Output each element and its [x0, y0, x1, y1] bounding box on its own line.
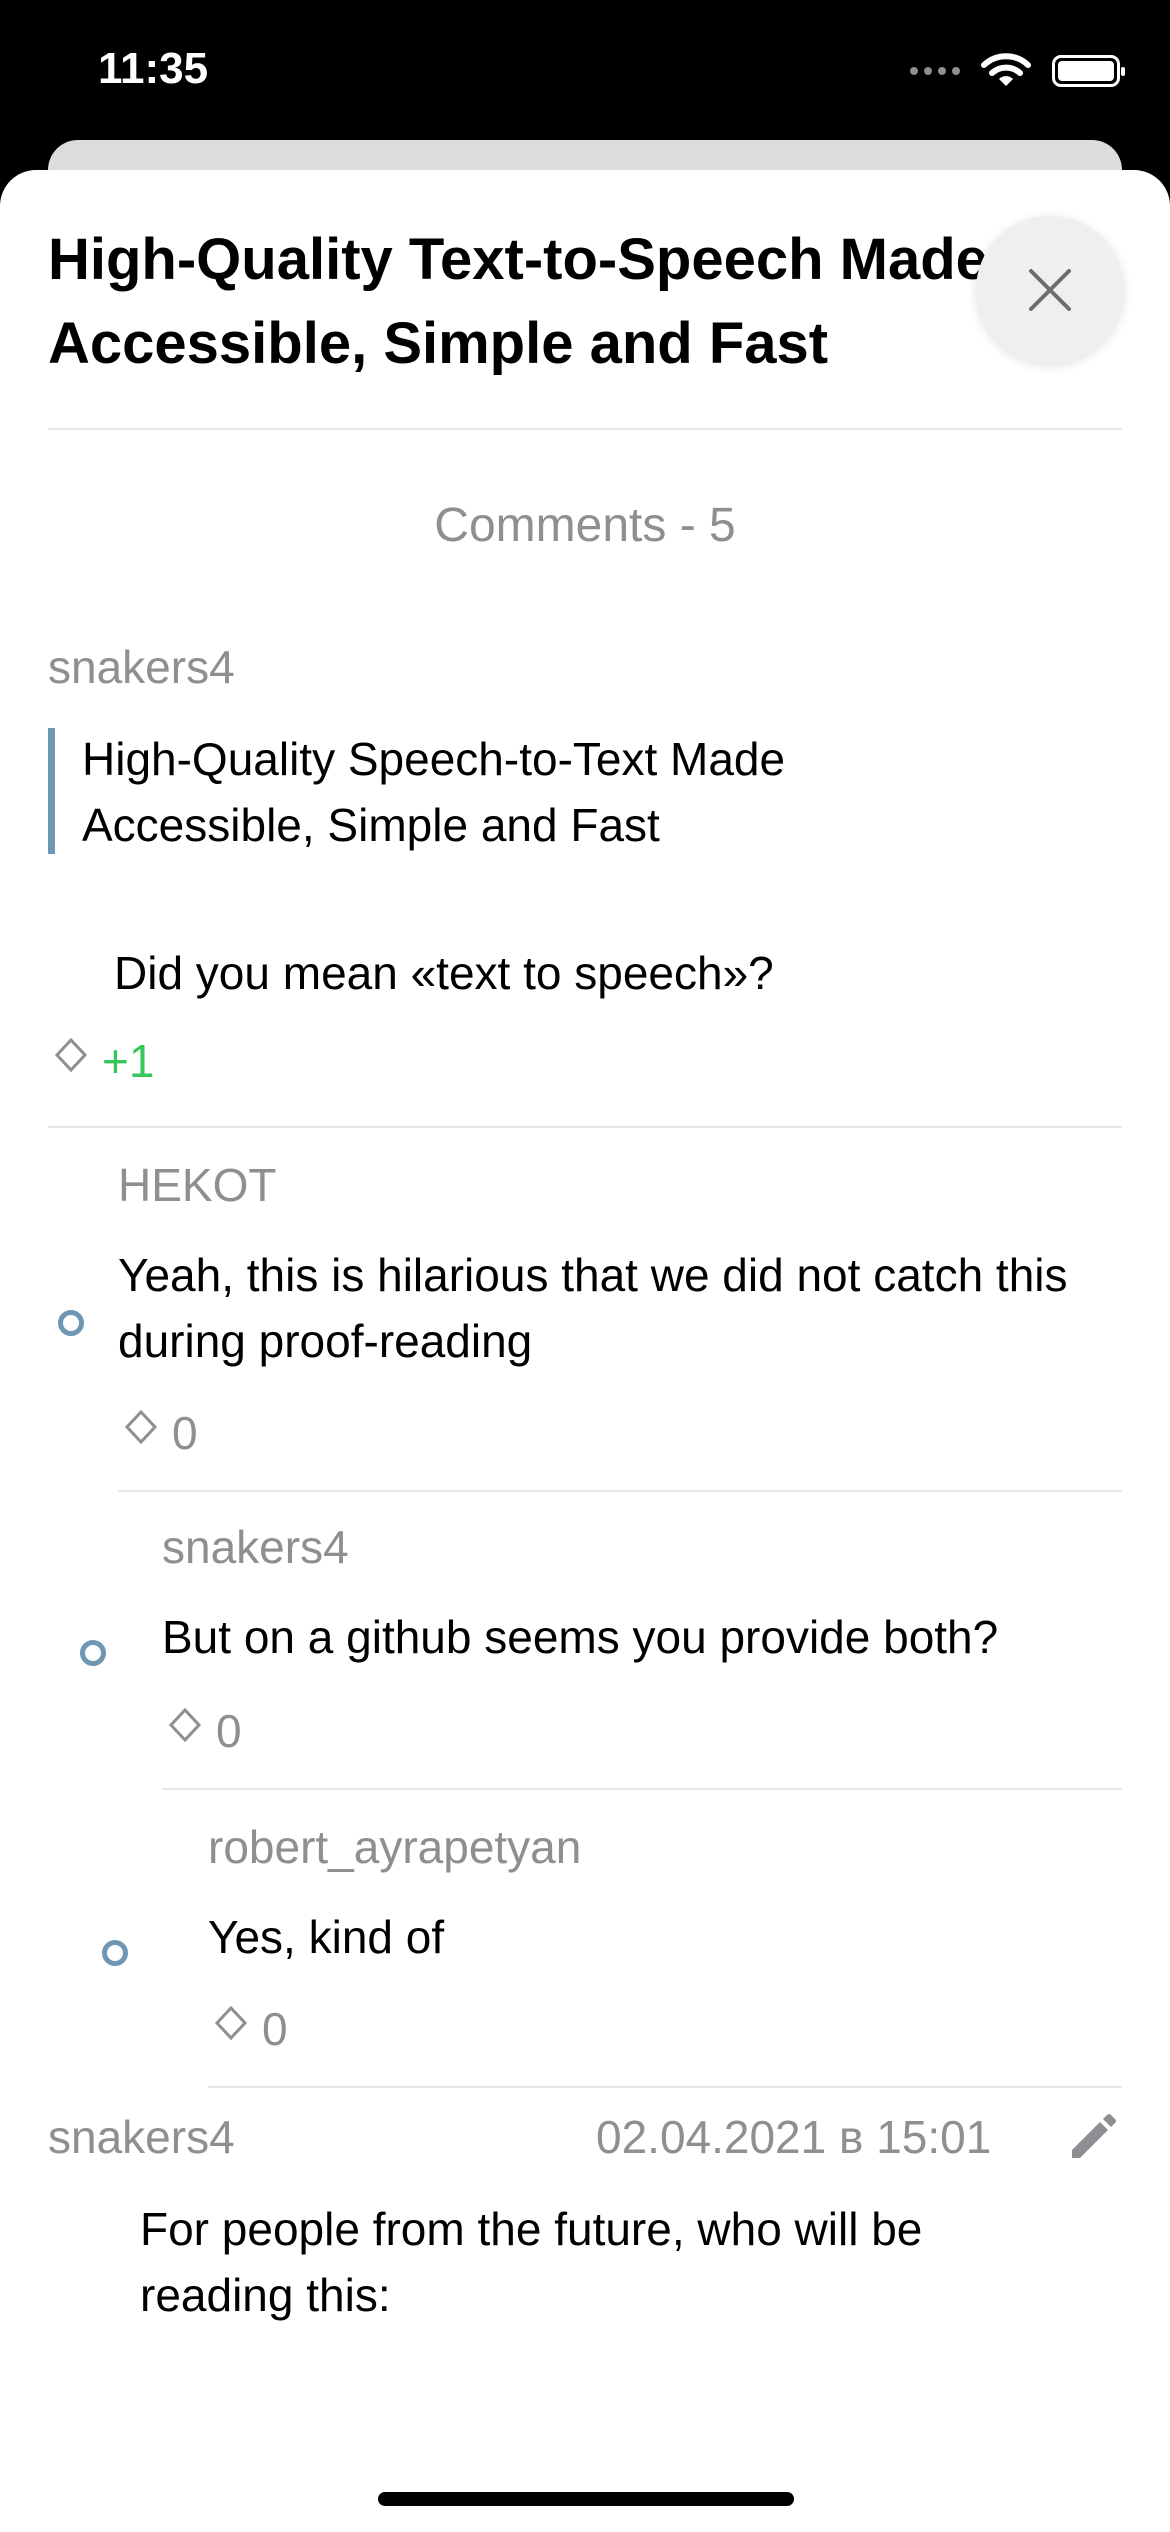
quote-bar [48, 728, 55, 854]
diamond-icon[interactable] [54, 1038, 88, 1072]
comment-text: Did you mean «text to speech»? [114, 947, 774, 999]
thread-dot-icon [58, 1310, 84, 1336]
comment-score: +1 [102, 1035, 155, 1087]
comment-divider [48, 1126, 1122, 1128]
comment-quote: High-Quality Speech-to-Text Made Accessi… [82, 733, 786, 851]
home-indicator [378, 2492, 794, 2506]
title-divider [48, 428, 1122, 430]
diamond-icon[interactable] [124, 1410, 158, 1444]
comment-author[interactable]: robert_ayrapetyan [208, 1820, 581, 1874]
close-icon [1029, 269, 1071, 311]
comments-count-header: Comments - 5 [434, 499, 736, 552]
comment-author[interactable]: snakers4 [48, 640, 235, 694]
status-time: 11:35 [98, 44, 209, 93]
pencil-icon[interactable] [1062, 2110, 1120, 2168]
comment-divider [118, 1490, 1122, 1492]
comment-text: For people from the future, who will be … [140, 2203, 923, 2321]
comment-score: 0 [216, 1705, 242, 1757]
comment-divider [208, 2086, 1122, 2088]
wifi-icon [981, 53, 1031, 86]
diamond-icon[interactable] [168, 1708, 202, 1742]
article-title: High-Quality Text-to-Speech Made Accessi… [48, 227, 988, 376]
comment-text: Yeah, this is hilarious that we did not … [118, 1249, 1068, 1367]
close-button[interactable] [976, 216, 1124, 364]
status-indicators [910, 52, 1125, 90]
comments-sheet: High-Quality Text-to-Speech Made Accessi… [0, 170, 1170, 2532]
comment-author[interactable]: HEKOT [118, 1158, 276, 1212]
battery-icon [1052, 55, 1125, 87]
thread-dot-icon [80, 1640, 106, 1666]
comment-author[interactable]: snakers4 [48, 2110, 235, 2164]
comment-text: Yes, kind of [208, 1911, 445, 1963]
comment-date: 02.04.2021 в 15:01 [596, 2111, 992, 2163]
cellular-signal-icon [910, 67, 960, 75]
comment-divider [162, 1788, 1122, 1790]
status-bar: 11:35 [0, 0, 1170, 150]
diamond-icon[interactable] [214, 2006, 248, 2040]
comment-text: But on a github seems you provide both? [162, 1611, 999, 1663]
comment-score: 0 [172, 1407, 198, 1459]
thread-dot-icon [102, 1940, 128, 1966]
comment-author[interactable]: snakers4 [162, 1520, 349, 1574]
comment-score: 0 [262, 2003, 288, 2055]
